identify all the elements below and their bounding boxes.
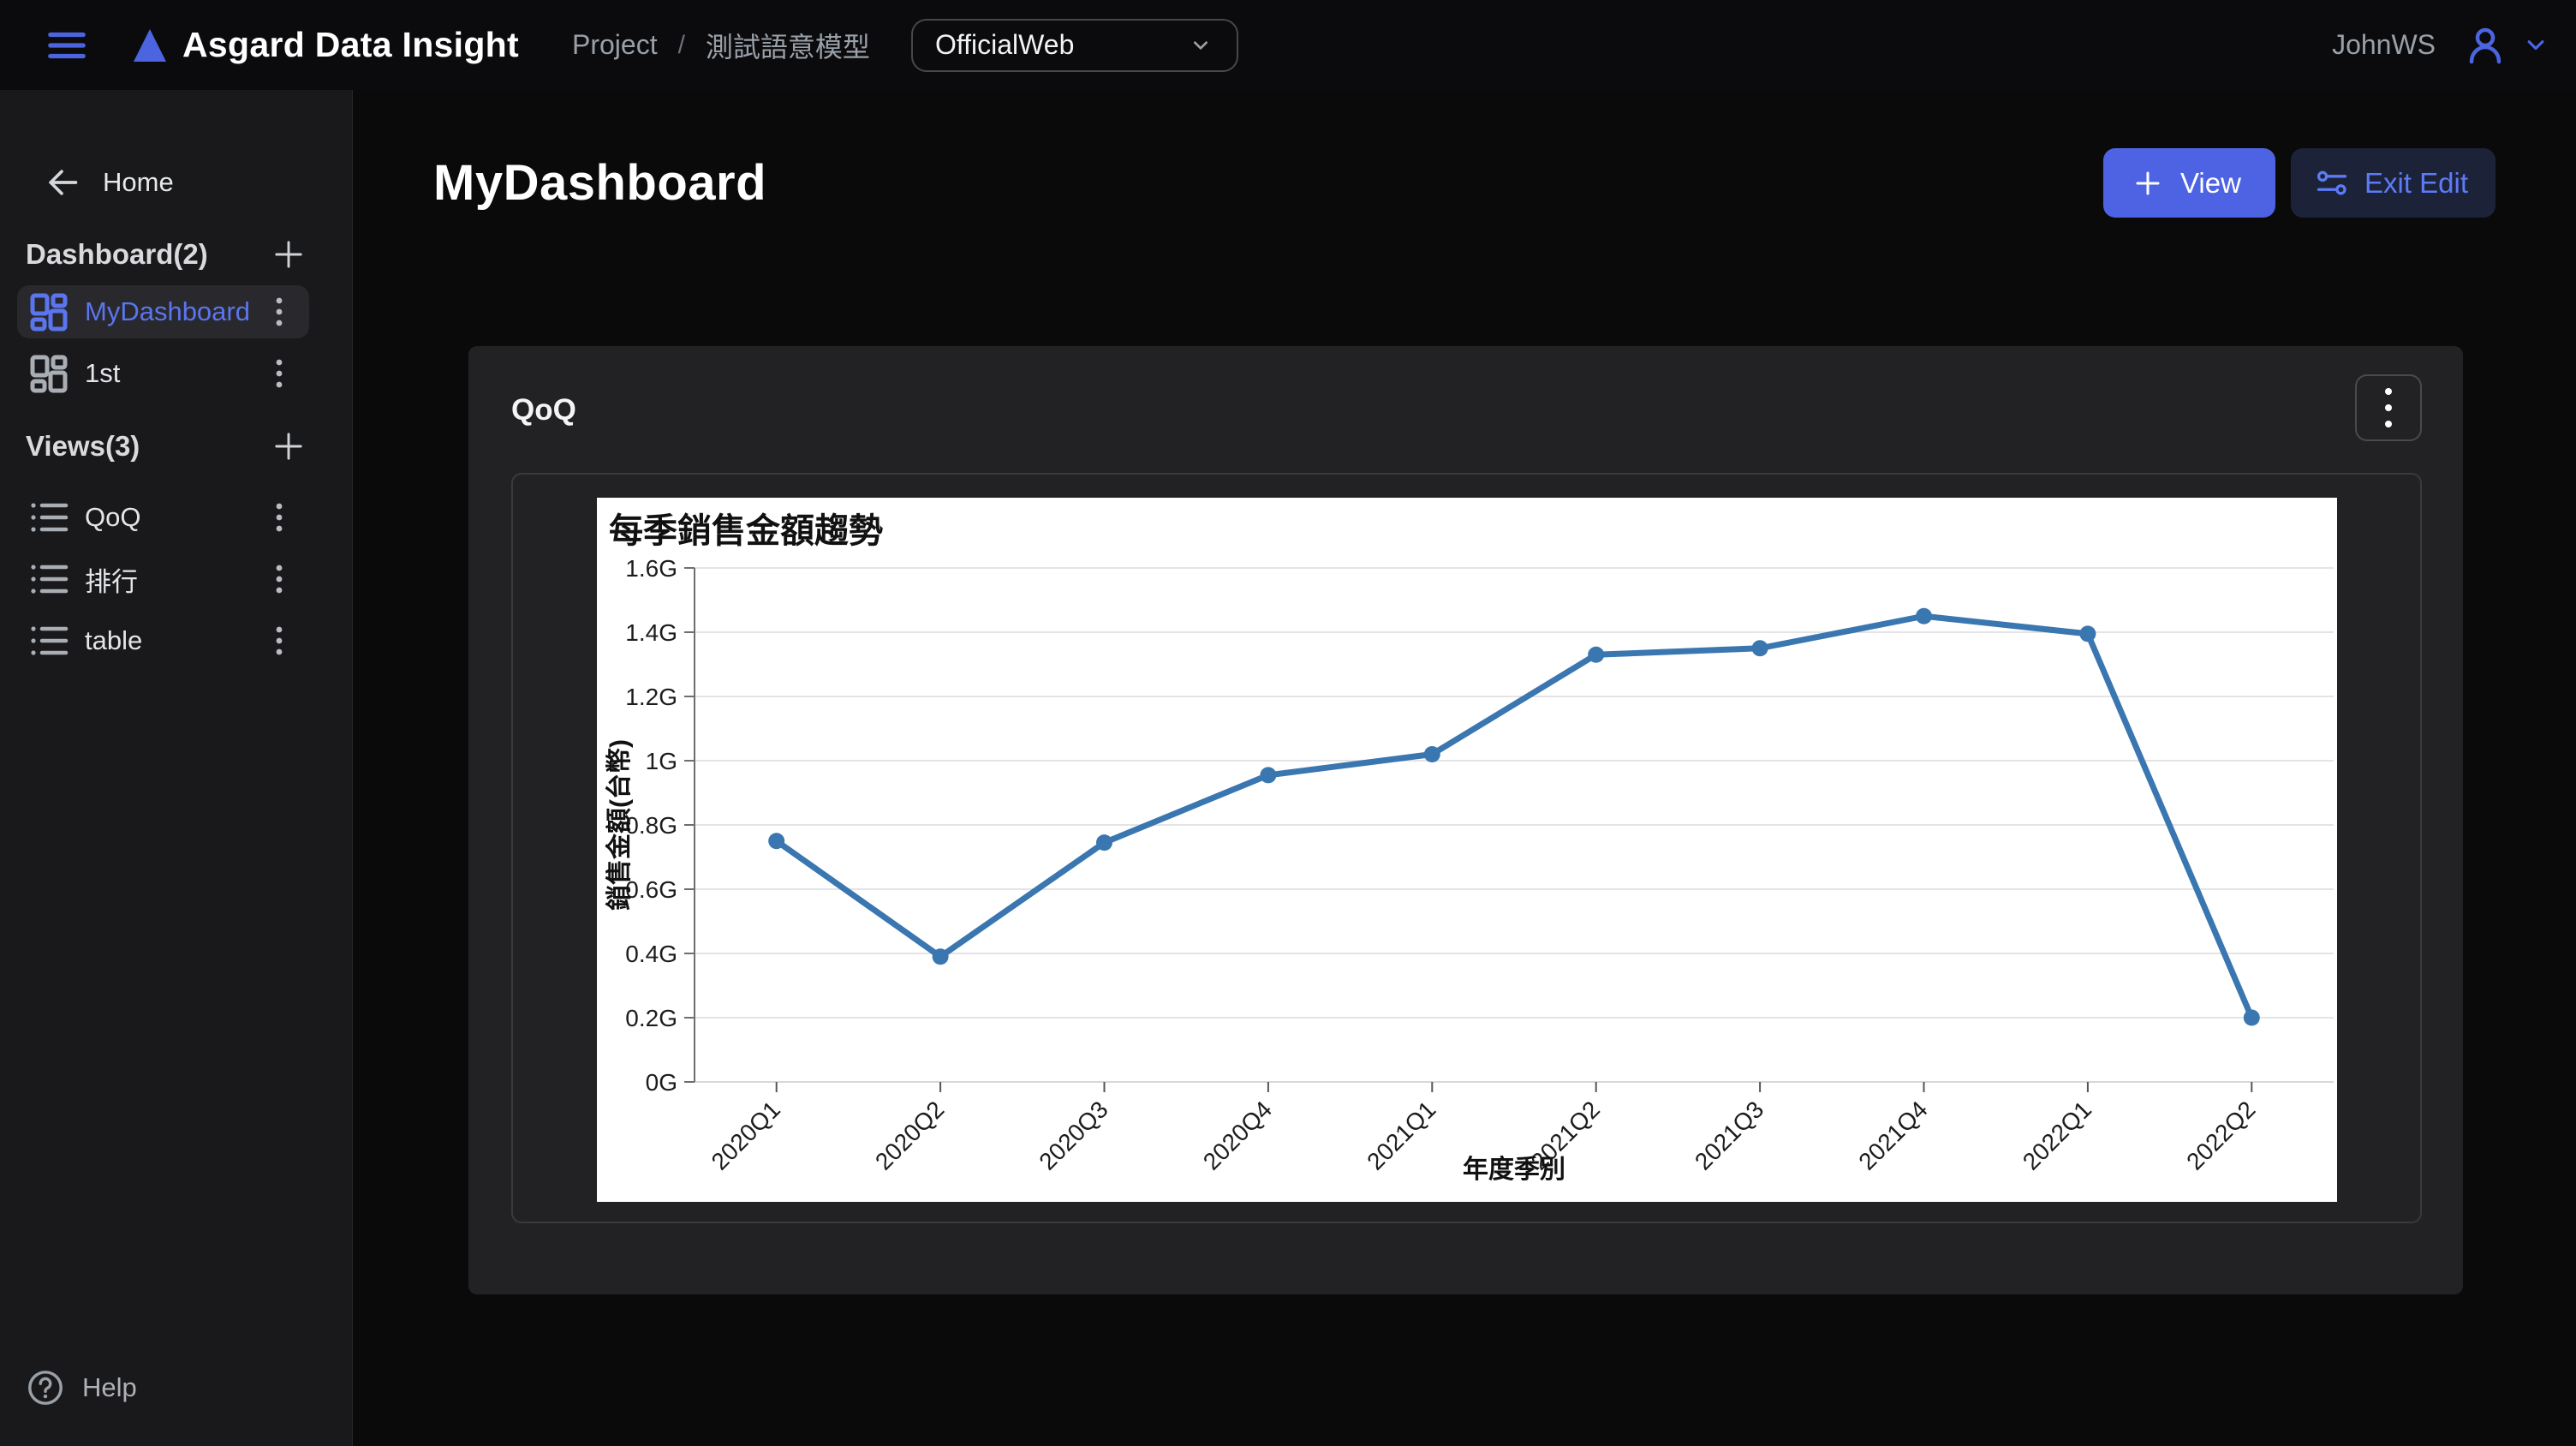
svg-text:銷售金額(台幣): 銷售金額(台幣) [605,739,634,911]
svg-text:1.6G: 1.6G [625,555,677,582]
svg-text:1.2G: 1.2G [625,684,677,710]
main-content: MyDashboard View Exit Edit QoQ 0G 0.2G 0.4… [353,90,2576,1446]
breadcrumb-project[interactable]: Project [572,29,658,61]
exit-edit-button-label: Exit Edit [2364,167,2468,200]
svg-text:2022Q2: 2022Q2 [2181,1096,2260,1174]
svg-text:每季銷售金額趨勢: 每季銷售金額趨勢 [609,511,883,550]
svg-text:1G: 1G [645,748,677,774]
svg-text:0G: 0G [645,1069,677,1096]
sidebar-item-table[interactable]: table [17,614,309,667]
widget-menu-button[interactable] [2355,374,2422,441]
dashboard-section-label: Dashboard(2) [26,238,208,271]
list-icon [28,559,69,600]
dashboard-item-label: MyDashboard [85,296,261,327]
svg-text:2022Q1: 2022Q1 [2017,1096,2096,1174]
svg-text:2021Q3: 2021Q3 [1689,1096,1768,1174]
svg-text:2021Q1: 2021Q1 [1362,1096,1440,1174]
svg-text:2020Q2: 2020Q2 [869,1096,948,1174]
breadcrumb-separator: / [678,31,685,60]
add-view-button-main[interactable]: View [2103,148,2275,218]
list-icon [28,497,69,538]
widget-title: QoQ [511,393,576,427]
view-item-label: 排行 [85,560,261,599]
plus-icon [2132,168,2163,199]
hamburger-menu-icon[interactable] [47,29,86,62]
home-label: Home [103,167,174,198]
dashboard-section-header: Dashboard(2) [0,229,352,280]
sidebar-item-home[interactable]: Home [0,157,352,208]
view-item-label: QoQ [85,502,261,533]
sidebar-item-ranking[interactable]: 排行 [17,553,309,606]
dashboard-item-label: 1st [85,358,261,389]
view-item-menu-button[interactable] [261,618,297,664]
dashboard-grid-icon [28,353,69,394]
exit-edit-button[interactable]: Exit Edit [2291,148,2496,218]
sidebar-item-mydashboard[interactable]: MyDashboard [17,285,309,338]
qoq-widget-card: QoQ 0G0.2G0.4G0.6G0.8G1G1.2G1.4G1.6G2020… [468,346,2463,1294]
user-icon [2465,25,2506,66]
svg-text:1.4G: 1.4G [625,619,677,646]
user-menu[interactable]: JohnWS [2332,25,2576,66]
chevron-down-icon [2521,31,2550,60]
kebab-icon [2376,380,2401,435]
svg-text:2020Q4: 2020Q4 [1197,1096,1276,1174]
qoq-chart: 0G0.2G0.4G0.6G0.8G1G1.2G1.4G1.6G2020Q120… [597,498,2337,1202]
view-item-menu-button[interactable] [261,494,297,541]
help-button[interactable]: Help [0,1364,352,1412]
view-item-label: table [85,625,261,656]
project-select[interactable]: OfficialWeb [911,19,1238,72]
views-section-label: Views(3) [26,430,140,463]
dashboard-grid-icon [28,291,69,332]
svg-text:2021Q4: 2021Q4 [1853,1096,1932,1174]
add-dashboard-button[interactable] [268,234,309,275]
arrow-left-icon [43,164,80,201]
view-button-label: View [2180,167,2241,200]
dashboard-item-menu-button[interactable] [261,350,297,397]
view-item-menu-button[interactable] [261,556,297,602]
sidebar-item-1st[interactable]: 1st [17,347,309,400]
app-title: Asgard Data Insight [182,25,519,65]
svg-text:年度季別: 年度季別 [1463,1156,1565,1184]
views-section-header: Views(3) [0,421,352,472]
top-bar: Asgard Data Insight Project / 測試語意模型 Off… [0,0,2576,90]
sliders-icon [2315,166,2349,200]
qoq-chart-svg: 0G0.2G0.4G0.6G0.8G1G1.2G1.4G1.6G2020Q120… [597,498,2337,1202]
chart-panel: 0G0.2G0.4G0.6G0.8G1G1.2G1.4G1.6G2020Q120… [511,473,2422,1223]
project-select-value: OfficialWeb [935,29,1074,61]
svg-text:0.4G: 0.4G [625,941,677,967]
svg-text:2020Q1: 2020Q1 [706,1096,784,1174]
sidebar-item-qoq[interactable]: QoQ [17,491,309,544]
help-icon [26,1368,65,1407]
help-label: Help [82,1372,137,1403]
svg-text:0.2G: 0.2G [625,1005,677,1031]
dashboard-item-menu-button[interactable] [261,289,297,335]
page-title: MyDashboard [433,154,766,212]
svg-text:2020Q3: 2020Q3 [1034,1096,1112,1174]
username: JohnWS [2332,29,2436,61]
add-view-button[interactable] [268,426,309,467]
sidebar: Home Dashboard(2) MyDashboard 1st Views(… [0,90,353,1446]
app-logo-triangle-icon [131,27,169,64]
list-icon [28,620,69,661]
breadcrumb-model[interactable]: 測試語意模型 [706,26,870,65]
chevron-down-icon [1187,32,1214,59]
